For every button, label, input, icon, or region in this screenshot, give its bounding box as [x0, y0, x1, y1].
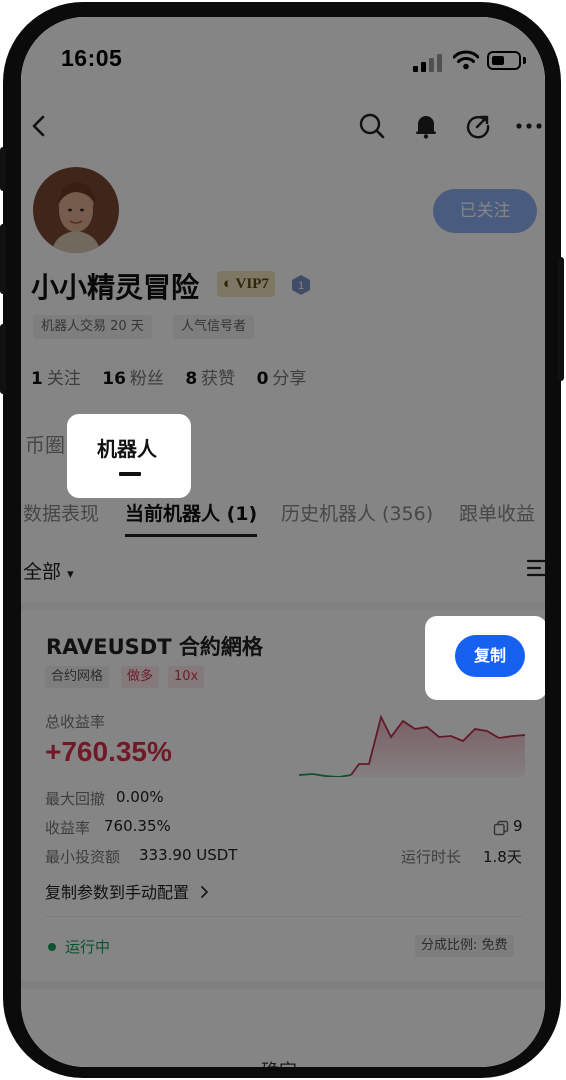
- screen: 16:05 已关注 小小精灵冒险 ◐ VIP7 1 机器人交易 20 天 人气信…: [21, 17, 545, 1067]
- app-content: 16:05 已关注 小小精灵冒险 ◐ VIP7 1 机器人交易 20 天 人气信…: [21, 17, 545, 1067]
- power-button: [558, 257, 564, 381]
- tab-active-indicator: [119, 472, 141, 476]
- side-button: [0, 324, 6, 394]
- side-button: [0, 147, 6, 191]
- phone-frame: 16:05 已关注 小小精灵冒险 ◐ VIP7 1 机器人交易 20 天 人气信…: [0, 2, 564, 1078]
- dim-overlay: [21, 17, 545, 1067]
- side-button: [0, 224, 6, 294]
- tab-bots[interactable]: 机器人: [97, 433, 157, 462]
- copy-button[interactable]: 复制: [455, 635, 525, 677]
